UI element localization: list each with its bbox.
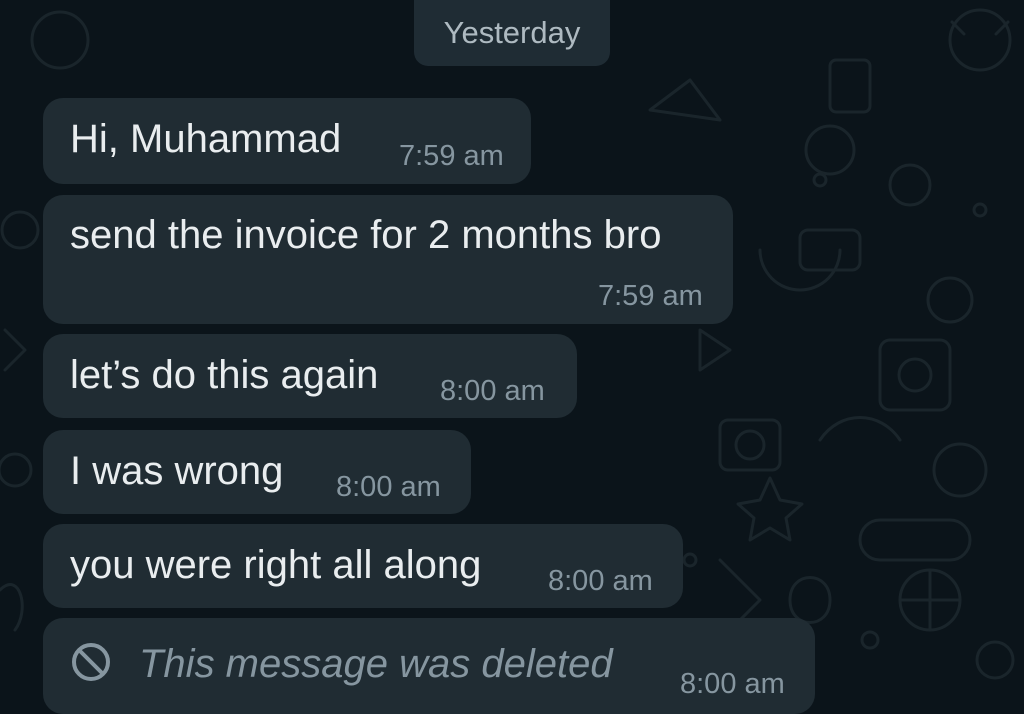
message-bubble[interactable]: Hi, Muhammad 7:59 am bbox=[43, 98, 531, 184]
message-bubble[interactable]: I was wrong 8:00 am bbox=[43, 430, 471, 514]
date-separator: Yesterday bbox=[414, 0, 610, 66]
message-text: Hi, Muhammad bbox=[70, 117, 342, 161]
message-time: 8:00 am bbox=[548, 565, 653, 597]
message-text: you were right all along bbox=[70, 543, 482, 587]
message-bubble[interactable]: let’s do this again 8:00 am bbox=[43, 334, 577, 418]
message-time: 8:00 am bbox=[680, 668, 785, 700]
message-bubble[interactable]: send the invoice for 2 months bro 7:59 a… bbox=[43, 195, 733, 324]
message-text: I was wrong bbox=[70, 449, 284, 493]
message-text: let’s do this again bbox=[70, 353, 379, 397]
message-text: send the invoice for 2 months bro bbox=[70, 213, 662, 257]
message-time: 8:00 am bbox=[440, 375, 545, 407]
message-time: 8:00 am bbox=[336, 471, 441, 503]
block-icon bbox=[72, 643, 110, 681]
message-time: 7:59 am bbox=[399, 140, 504, 172]
message-bubble[interactable]: you were right all along 8:00 am bbox=[43, 524, 683, 608]
message-time: 7:59 am bbox=[598, 280, 703, 312]
deleted-message-text: This message was deleted bbox=[139, 642, 613, 686]
